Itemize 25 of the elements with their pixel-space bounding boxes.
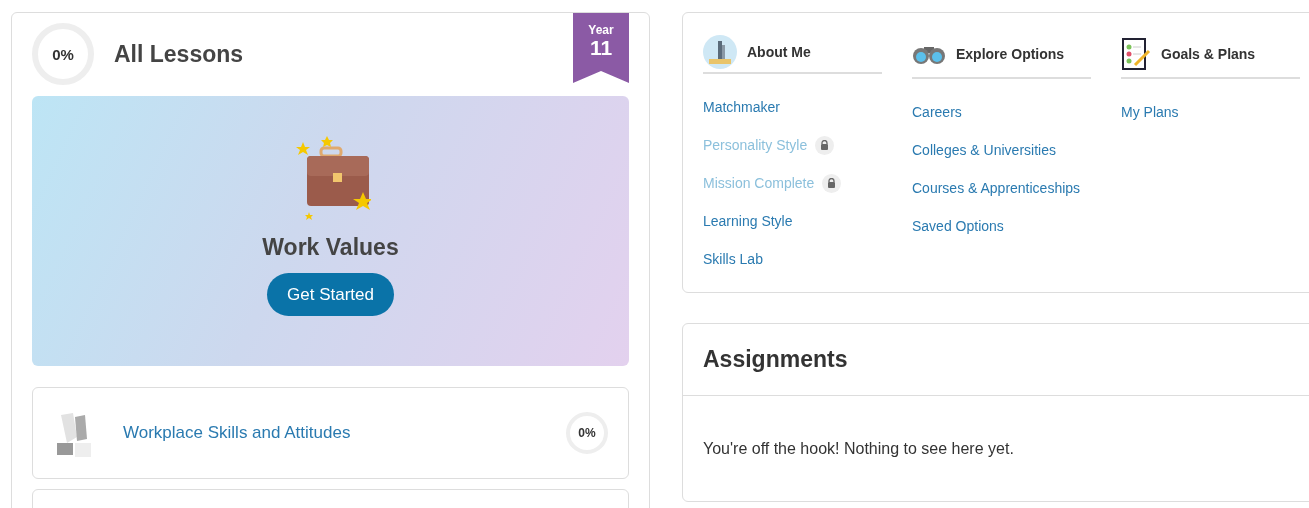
- empty-message: You're off the hook! Nothing to see here yet.: [702, 439, 1015, 459]
- lesson-card[interactable]: Workplace Skills and Attitudes 0%: [32, 387, 629, 479]
- get-started-button[interactable]: Get Started: [267, 273, 394, 316]
- nav-link[interactable]: Learning Style: [703, 212, 793, 230]
- panel-title: All Lessons: [114, 40, 244, 68]
- nav-link[interactable]: Careers: [912, 103, 962, 121]
- nav-link[interactable]: Saved Options: [912, 217, 1004, 235]
- section-heading: About Me: [747, 43, 811, 60]
- year-label: Year: [588, 23, 614, 37]
- nav-link[interactable]: Matchmaker: [703, 98, 781, 116]
- lock-icon: [815, 135, 835, 155]
- clipboard-checklist-icon: [1121, 37, 1151, 71]
- assignments-title: Assignments: [683, 324, 1309, 396]
- nav-link[interactable]: Colleges & Universities: [912, 141, 1056, 159]
- progress-ring: 0%: [566, 412, 608, 454]
- nav-link[interactable]: Courses & Apprenticeships: [912, 179, 1081, 197]
- nav-link[interactable]: Skills Lab: [703, 250, 763, 268]
- lock-icon: [822, 173, 842, 193]
- progress-ring: 0%: [32, 23, 94, 85]
- nav-link[interactable]: My Plans: [1121, 103, 1179, 121]
- year-number: 11: [589, 37, 613, 59]
- section-heading: Goals & Plans: [1161, 46, 1256, 62]
- featured-lesson-title: Work Values: [262, 234, 399, 261]
- section-heading: Explore Options: [956, 46, 1065, 62]
- lesson-link[interactable]: Workplace Skills and Attitudes: [123, 423, 540, 443]
